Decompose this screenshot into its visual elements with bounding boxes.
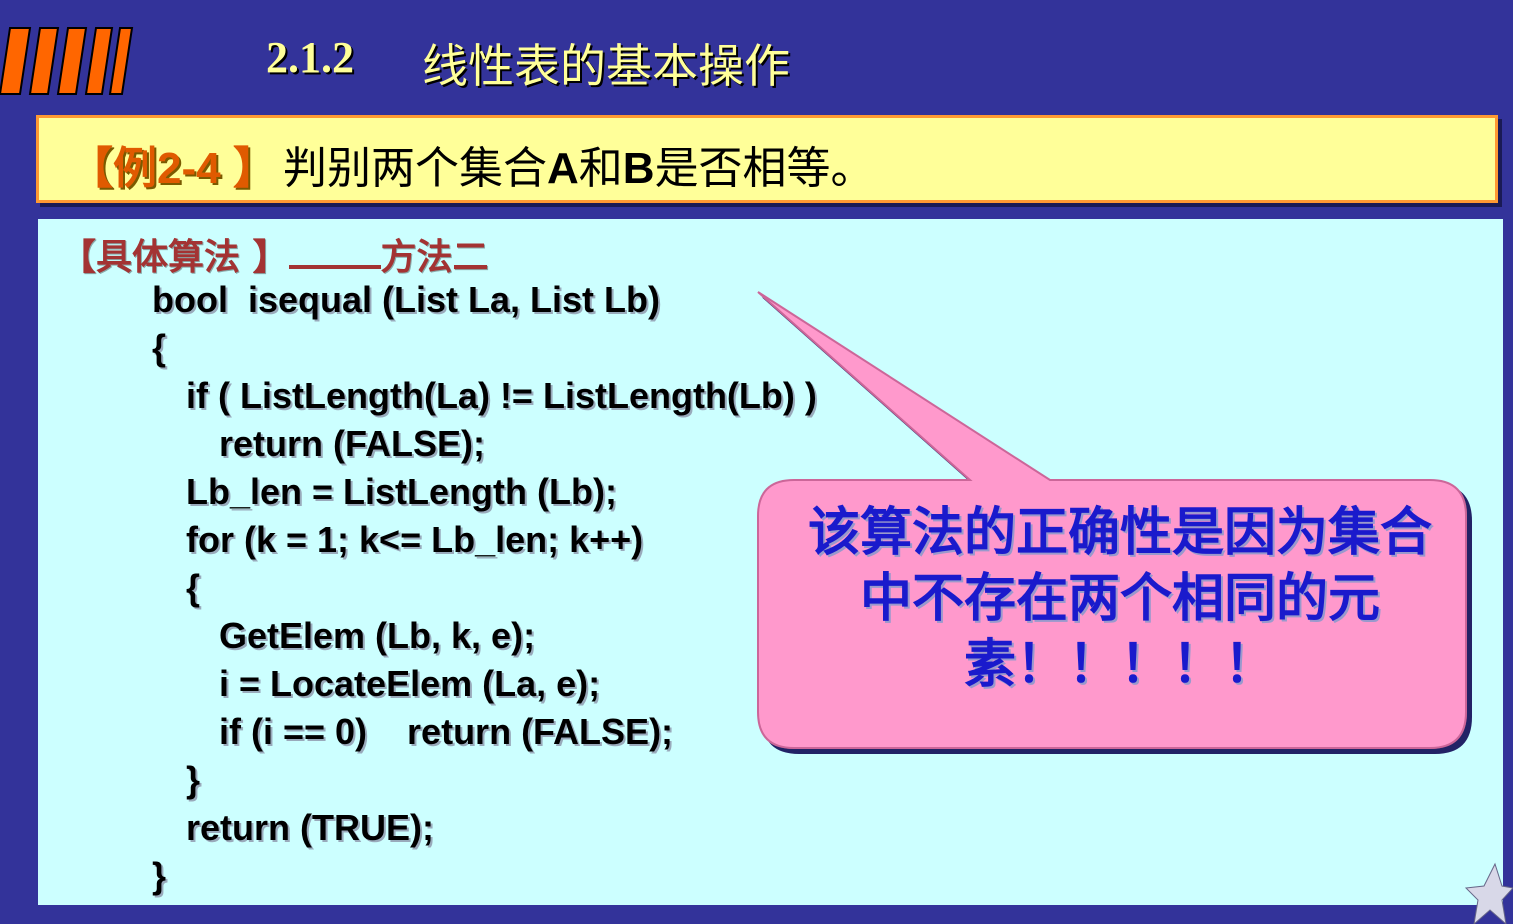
code-line-8: GetElem (Lb, k, e);: [219, 615, 536, 656]
code-line-4: return (FALSE);: [219, 423, 485, 464]
header-stripes-decoration: [0, 27, 134, 95]
code-line-13: }: [152, 855, 167, 896]
algorithm-heading-suffix: 方法二: [380, 236, 489, 278]
example-text-and: 和: [578, 143, 623, 194]
code-line-6: for (k = 1; k<= Lb_len; k++): [186, 519, 644, 560]
callout-text: 该算法的正确性是因为集合中不存在两个相同的元素！！！！！: [807, 503, 1432, 695]
code-line-12: return (TRUE);: [186, 807, 434, 848]
section-title: 线性表的基本操作: [422, 39, 790, 93]
star-decoration-icon: [1464, 862, 1513, 924]
example-box: 【例2-4 】 判别两个集合A和B是否相等。: [36, 115, 1498, 203]
example-text-part2: 是否相等。: [654, 143, 875, 194]
section-number: 2.1.2: [266, 33, 354, 82]
example-text-part1: 判别两个集合: [283, 143, 547, 194]
example-tag: 【例2-4 】: [69, 144, 277, 193]
code-line-9: i = LocateElem (La, e);: [219, 663, 601, 704]
code-line-3: if ( ListLength(La) != ListLength(Lb) ): [186, 375, 817, 416]
example-set-b: B: [622, 144, 655, 193]
code-line-10: if (i == 0) return (FALSE);: [219, 711, 674, 752]
example-set-a: A: [547, 144, 579, 193]
algorithm-heading: 【具体算法 】 方法二: [60, 228, 489, 280]
algorithm-heading-prefix: 【具体算法 】: [60, 236, 289, 278]
code-line-11: }: [186, 759, 201, 800]
code-line-2: {: [152, 327, 167, 368]
code-line-7: {: [186, 567, 201, 608]
code-line-1: bool isequal (List La, List Lb): [152, 279, 661, 320]
code-line-5: Lb_len = ListLength (Lb);: [186, 471, 617, 512]
heading-blank-underline: [288, 235, 381, 269]
example-statement: 判别两个集合A和B是否相等。: [283, 132, 875, 196]
